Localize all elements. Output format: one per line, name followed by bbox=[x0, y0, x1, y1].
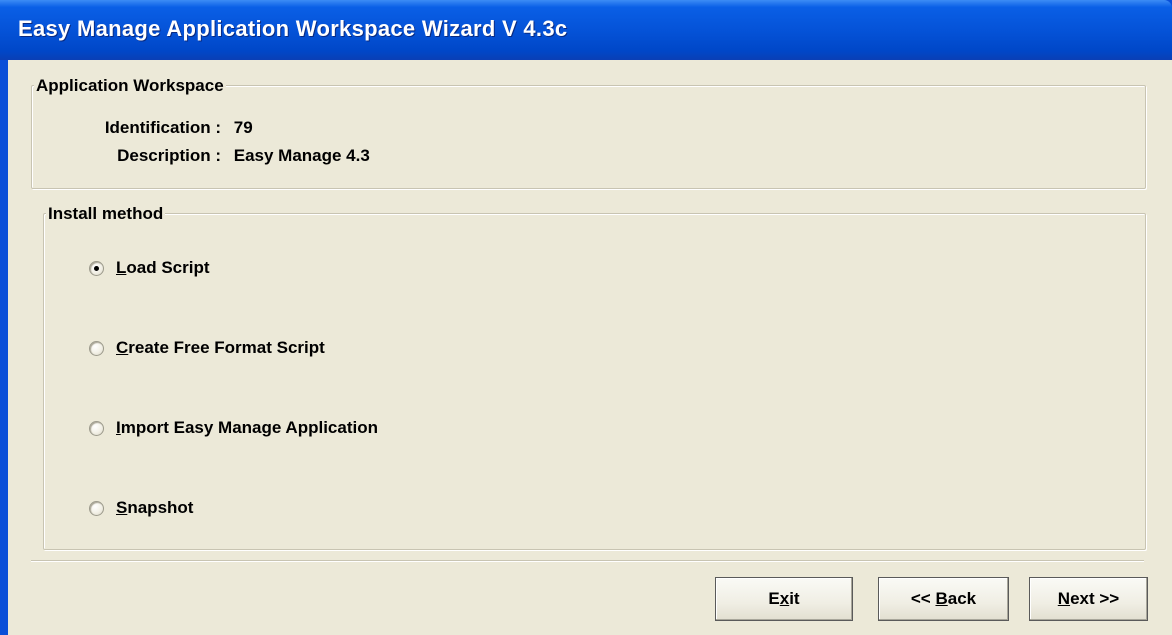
description-value: Easy Manage 4.3 bbox=[233, 146, 370, 165]
application-workspace-group: Application Workspace Identification : 7… bbox=[31, 76, 1146, 189]
radio-import-easy-manage-application[interactable]: Import Easy Manage Application bbox=[89, 416, 378, 440]
identification-value: 79 bbox=[233, 118, 253, 137]
radio-create-free-format-script[interactable]: Create Free Format Script bbox=[89, 336, 325, 360]
radio-label-import-easy-manage-application: Import Easy Manage Application bbox=[116, 418, 378, 437]
radio-button-icon[interactable] bbox=[89, 340, 104, 356]
title-bar[interactable]: Easy Manage Application Workspace Wizard… bbox=[0, 0, 1172, 60]
radio-label-load-script: Load Script bbox=[116, 258, 210, 277]
identification-label: Identification : bbox=[104, 118, 221, 137]
radio-button-icon[interactable] bbox=[89, 260, 104, 276]
next-button[interactable]: Next >> bbox=[1029, 577, 1148, 621]
application-workspace-legend: Application Workspace bbox=[34, 76, 226, 96]
radio-label-snapshot: Snapshot bbox=[116, 498, 194, 517]
back-button[interactable]: << Back bbox=[878, 577, 1009, 621]
radio-label-create-free-format-script: Create Free Format Script bbox=[116, 338, 325, 357]
separator bbox=[31, 560, 1144, 562]
description-row: Description : Easy Manage 4.3 bbox=[54, 146, 370, 166]
radio-button-icon[interactable] bbox=[89, 500, 104, 516]
exit-button[interactable]: Ex it bbox=[715, 577, 853, 621]
install-method-legend: Install method bbox=[46, 204, 166, 224]
identification-row: Identification : 79 bbox=[54, 118, 253, 138]
radio-snapshot[interactable]: Snapshot bbox=[89, 496, 193, 520]
dialog-client-area: Application Workspace Identification : 7… bbox=[8, 60, 1172, 635]
wizard-window: Easy Manage Application Workspace Wizard… bbox=[0, 0, 1172, 635]
description-label: Description : bbox=[117, 146, 221, 165]
install-method-group: Install method Load Script Create Free F… bbox=[43, 204, 1146, 550]
radio-load-script[interactable]: Load Script bbox=[89, 256, 210, 280]
radio-button-icon[interactable] bbox=[89, 420, 104, 436]
window-title: Easy Manage Application Workspace Wizard… bbox=[18, 16, 568, 41]
